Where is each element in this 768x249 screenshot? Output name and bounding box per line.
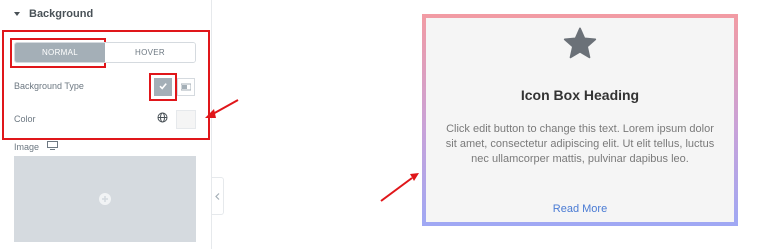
globe-icon [157,110,168,128]
panel-collapse-handle[interactable] [212,177,224,215]
tab-normal[interactable]: NORMAL [15,43,105,62]
image-media-placeholder[interactable] [14,156,196,242]
check-icon [158,78,168,96]
section-toggle-background[interactable]: Background [14,8,93,20]
color-label: Color [14,114,36,124]
editor-panel: Background NORMAL HOVER Background Type … [0,0,212,249]
icon-box-widget[interactable]: Icon Box Heading Click edit button to ch… [426,18,734,222]
desktop-icon[interactable] [47,141,59,152]
normal-hover-tabs: NORMAL HOVER [14,42,196,63]
chevron-left-icon [215,187,220,205]
global-colors-button[interactable] [152,110,172,128]
icon-box-gradient-border: Icon Box Heading Click edit button to ch… [422,14,738,226]
section-title: Background [29,8,94,20]
color-picker-swatch[interactable] [176,110,196,129]
background-classic-button[interactable] [154,78,172,96]
image-control-label: Image [14,141,59,152]
caret-down-icon [14,12,20,16]
plus-icon [99,193,111,205]
icon-box-description: Click edit button to change this text. L… [445,123,715,165]
icon-box-heading: Icon Box Heading [520,87,640,103]
background-type-label: Background Type [14,81,84,91]
gradient-icon [180,78,192,96]
read-more-link[interactable]: Read More [426,203,734,215]
background-gradient-button[interactable] [177,78,195,96]
tab-hover[interactable]: HOVER [105,43,195,62]
image-label: Image [14,141,40,152]
star-icon [563,27,597,65]
arrow-to-preview [380,173,419,202]
